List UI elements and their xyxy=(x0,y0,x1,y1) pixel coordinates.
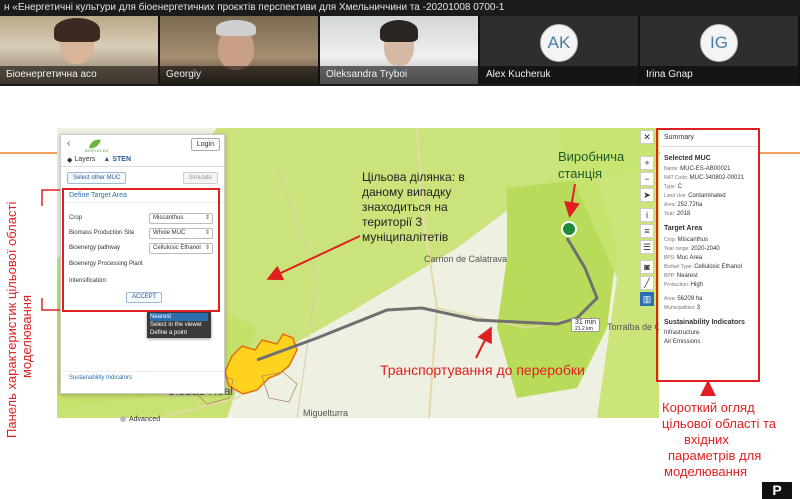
meeting-title: н «Енергетичні культури для біоенергетич… xyxy=(0,0,800,16)
annotation-arrows xyxy=(41,183,716,396)
screen: н «Енергетичні культури для біоенергетич… xyxy=(0,0,800,499)
participant-name: Біоенергетична асо xyxy=(0,66,158,84)
participant-hair xyxy=(216,20,256,36)
arrow-to-target xyxy=(266,235,361,281)
bracket-top xyxy=(41,189,60,206)
arrow-to-route xyxy=(475,326,492,359)
participant-hair xyxy=(54,18,100,42)
bracket-bottom xyxy=(41,298,60,311)
participant-name: Alex Kucheruk xyxy=(480,66,638,84)
avatar: IG xyxy=(700,24,738,62)
participant-tile[interactable]: Georgiy xyxy=(160,16,318,84)
participant-name: Irina Gnap xyxy=(640,66,798,84)
shared-slide: Carrion de Calatrava Torralba de Calatra… xyxy=(0,86,800,499)
arrow-to-station xyxy=(564,183,580,218)
participant-tile[interactable]: AK Alex Kucheruk xyxy=(480,16,638,84)
avatar: AK xyxy=(540,24,578,62)
participant-strip: Біоенергетична асо Georgiy Oleksandra Tr… xyxy=(0,16,800,84)
participant-tile[interactable]: Oleksandra Tryboi xyxy=(320,16,478,84)
participant-tile[interactable]: IG Irina Gnap xyxy=(640,16,798,84)
corner-logo: P xyxy=(762,482,792,499)
participant-hair xyxy=(380,20,418,42)
participant-name: Oleksandra Tryboi xyxy=(320,66,478,84)
participant-name: Georgiy xyxy=(160,66,318,84)
participant-tile[interactable]: Біоенергетична асо xyxy=(0,16,158,84)
